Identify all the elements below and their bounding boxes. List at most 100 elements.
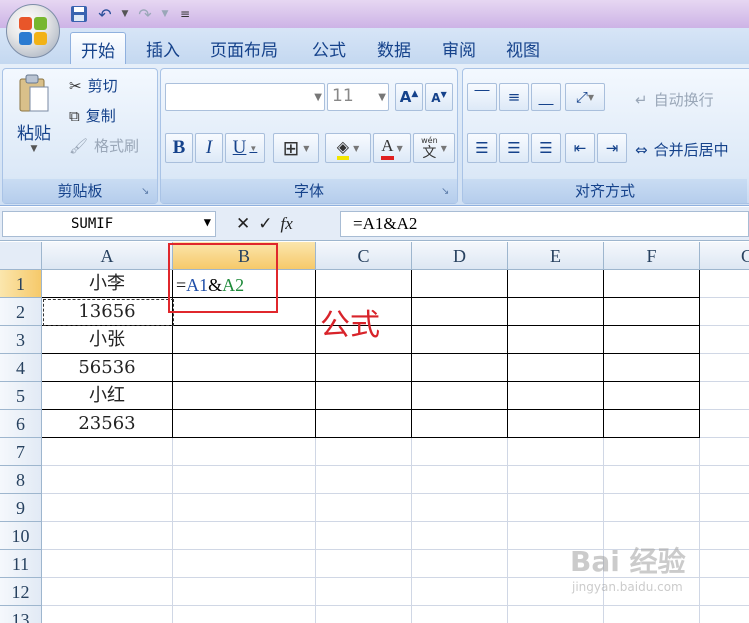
cell-f4[interactable] [604,354,700,382]
cell-a11[interactable] [42,550,173,578]
align-top-button[interactable]: ⎺ [467,83,497,111]
cell-f5[interactable] [604,382,700,410]
cell-g10[interactable] [700,522,749,550]
column-header-c[interactable]: C [316,242,412,270]
cell-c7[interactable] [316,438,412,466]
row-header-9[interactable]: 9 [0,494,42,522]
cell-a6[interactable]: 23563 [42,410,173,438]
cell-f2[interactable] [604,298,700,326]
row-header-7[interactable]: 7 [0,438,42,466]
cell-e2[interactable] [508,298,604,326]
italic-button[interactable]: I [195,133,223,163]
orientation-dropdown-icon[interactable]: ▼ [588,93,594,102]
borders-dropdown-icon[interactable]: ▼ [303,144,309,153]
cell-c13[interactable] [316,606,412,623]
cell-d7[interactable] [412,438,508,466]
font-size-input[interactable]: 11 ▼ [327,83,389,111]
cell-a12[interactable] [42,578,173,606]
cell-a8[interactable] [42,466,173,494]
cell-g9[interactable] [700,494,749,522]
undo-dropdown-icon[interactable]: ▼ [120,3,130,25]
shrink-font-button[interactable]: A▼ [425,83,453,111]
cell-c12[interactable] [316,578,412,606]
cell-c10[interactable] [316,522,412,550]
cell-f6[interactable] [604,410,700,438]
cell-g2[interactable] [700,298,749,326]
cell-g12[interactable] [700,578,749,606]
align-bottom-button[interactable]: ⎽ [531,83,561,111]
cell-d11[interactable] [412,550,508,578]
cell-e13[interactable] [508,606,604,623]
phonetic-guide-dropdown-icon[interactable]: ▼ [441,144,447,153]
undo-icon[interactable]: ↶ [94,3,116,25]
bold-button[interactable]: B [165,133,193,163]
row-header-3[interactable]: 3 [0,326,42,354]
customize-qat-icon[interactable]: ≡ [174,3,196,25]
cut-button[interactable]: ✂ 剪切 [69,75,118,96]
merge-center-button[interactable]: ⇔ 合并后居中 [635,139,729,160]
fill-color-button[interactable]: ◈ ▼ [325,133,371,163]
cell-g11[interactable] [700,550,749,578]
cell-d6[interactable] [412,410,508,438]
cell-c1[interactable] [316,270,412,298]
cell-b3[interactable] [173,326,316,354]
cell-a4[interactable]: 56536 [42,354,173,382]
cell-b13[interactable] [173,606,316,623]
underline-dropdown-icon[interactable]: ▼ [249,144,257,153]
cell-e4[interactable] [508,354,604,382]
cell-f1[interactable] [604,270,700,298]
borders-button[interactable]: ⊞ ▼ [273,133,319,163]
cell-a13[interactable] [42,606,173,623]
cell-d1[interactable] [412,270,508,298]
cell-a9[interactable] [42,494,173,522]
office-button[interactable] [6,4,60,58]
font-name-input[interactable]: ▼ [165,83,325,111]
row-header-5[interactable]: 5 [0,382,42,410]
redo-icon[interactable]: ↷ [134,3,156,25]
cell-g4[interactable] [700,354,749,382]
tab-view[interactable]: 视图 [496,32,550,64]
cell-b6[interactable] [173,410,316,438]
cell-f13[interactable] [604,606,700,623]
grow-font-button[interactable]: A▲ [395,83,423,111]
tab-formulas[interactable]: 公式 [302,32,356,64]
cell-a1[interactable]: 小李 [42,270,173,298]
phonetic-guide-button[interactable]: wén 文 ▼ [413,133,455,163]
row-header-10[interactable]: 10 [0,522,42,550]
cell-f9[interactable] [604,494,700,522]
name-box-dropdown-icon[interactable]: ▼ [204,215,211,229]
row-header-12[interactable]: 12 [0,578,42,606]
align-middle-button[interactable]: ≡ [499,83,529,111]
cell-d10[interactable] [412,522,508,550]
fill-color-dropdown-icon[interactable]: ▼ [353,144,359,153]
decrease-indent-button[interactable]: ⇤ [565,133,595,163]
cell-a3[interactable]: 小张 [42,326,173,354]
copy-button[interactable]: ⧉ 复制 [69,105,116,126]
paste-button[interactable]: 粘贴 ▼ [9,73,59,173]
row-header-1[interactable]: 1 [0,270,42,298]
cell-d5[interactable] [412,382,508,410]
wrap-text-button[interactable]: ↵ 自动换行 [635,89,714,110]
cell-g6[interactable] [700,410,749,438]
cell-f7[interactable] [604,438,700,466]
font-color-dropdown-icon[interactable]: ▼ [397,144,403,153]
cell-a5[interactable]: 小红 [42,382,173,410]
format-painter-button[interactable]: 🖌 格式刷 [69,135,139,156]
column-header-g[interactable]: G [700,242,749,270]
row-header-4[interactable]: 4 [0,354,42,382]
cell-e9[interactable] [508,494,604,522]
cell-d3[interactable] [412,326,508,354]
insert-function-icon[interactable]: fx [281,214,293,234]
paste-dropdown-icon[interactable]: ▼ [9,144,59,154]
cell-e8[interactable] [508,466,604,494]
cell-b8[interactable] [173,466,316,494]
formula-input[interactable]: =A1&A2 [340,211,749,237]
select-all-corner[interactable] [0,242,42,270]
cell-b10[interactable] [173,522,316,550]
cell-c5[interactable] [316,382,412,410]
cell-e1[interactable] [508,270,604,298]
column-header-f[interactable]: F [604,242,700,270]
cell-c11[interactable] [316,550,412,578]
redo-dropdown-icon[interactable]: ▼ [160,3,170,25]
cell-e6[interactable] [508,410,604,438]
